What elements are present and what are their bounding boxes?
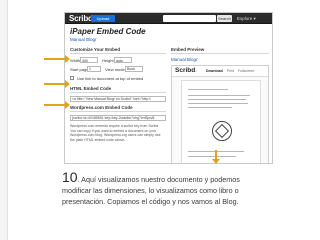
page-text-line <box>188 107 232 108</box>
preview-tab-print[interactable]: Print <box>227 69 234 73</box>
step-number: 10 <box>62 169 78 185</box>
step-caption: 10. Aquí visualizamos nuestro documento … <box>62 169 262 207</box>
view-mode-select[interactable]: Book <box>125 66 143 72</box>
start-page-select[interactable]: 1 <box>87 66 101 72</box>
left-border-line <box>7 0 8 240</box>
html-code-heading: HTML Embed Code <box>70 86 166 93</box>
page-text-line <box>188 156 236 157</box>
link-to-document-label: Use link to document at top of embed <box>77 76 144 81</box>
preview-tabs: Download Print Fullscreen <box>206 68 258 74</box>
embed-settings-column: Customize Your Embed Width 400 Height au… <box>70 47 166 142</box>
top-navigation-bar: Scribd. Upload Search Explore ▾ <box>65 13 272 24</box>
height-label: Height <box>102 58 114 63</box>
dimensions-row: Width 400 Height auto <box>70 57 166 66</box>
preview-document-link[interactable]: Manual Blogr <box>171 57 269 62</box>
checkbox-row: Use link to document at top of embed <box>70 75 166 84</box>
page-text-line <box>188 95 250 96</box>
document-link[interactable]: Manual Blogr <box>70 37 97 42</box>
preview-heading: Embed Preview <box>171 47 269 54</box>
wordpress-code-heading: Wordpress.com Embed Code <box>70 105 166 112</box>
arrow-to-dimensions <box>44 55 70 63</box>
page-text-line <box>188 89 228 90</box>
preview-toolbar: Scribd. Download Print Fullscreen <box>172 66 268 77</box>
wordpress-note: Wordpress.com embeds require a scribd ke… <box>70 124 161 142</box>
mode-row: Start page 1 View mode Book <box>70 66 166 75</box>
wordpress-embed-code-field[interactable]: [scribd id=40185591 key=key-2dotdkh7nhg7… <box>70 115 166 121</box>
explore-menu[interactable]: Explore ▾ <box>237 14 256 23</box>
preview-document-page <box>181 80 261 163</box>
preview-logo-mark: . <box>195 68 197 74</box>
arrow-to-preview <box>212 150 220 164</box>
html-embed-code-field[interactable]: <a title="View Manual Blogr on Scribd" h… <box>70 96 166 102</box>
preview-logo-text: Scribd <box>175 67 196 74</box>
customize-heading: Customize Your Embed <box>70 47 166 54</box>
start-page-label: Start page <box>70 67 89 72</box>
link-to-document-checkbox[interactable] <box>70 76 74 80</box>
embed-preview: Scribd. Download Print Fullscreen <box>171 65 269 163</box>
height-input[interactable]: auto <box>114 57 132 63</box>
search-input[interactable] <box>163 15 216 22</box>
upload-button[interactable]: Upload <box>91 15 115 22</box>
logo-text: Scribd <box>69 14 93 23</box>
page-title: iPaper Embed Code <box>70 27 146 36</box>
search-button[interactable]: Search <box>217 15 232 22</box>
page-text-line <box>188 103 248 104</box>
preview-logo: Scribd. <box>175 67 197 75</box>
embed-preview-column: Embed Preview Manual Blogr Scribd. Downl… <box>171 47 269 163</box>
view-mode-label: View mode <box>105 67 125 72</box>
preview-tab-fullscreen[interactable]: Fullscreen <box>238 69 254 73</box>
page-text-line <box>188 99 246 100</box>
caption-text: . Aquí visualizamos nuestro documento y … <box>62 175 240 206</box>
preview-tab-download[interactable]: Download <box>206 69 223 73</box>
screenshot-frame: Scribd. Upload Search Explore ▾ iPaper E… <box>64 12 273 164</box>
arrow-to-view-mode <box>44 80 70 88</box>
arrow-to-html-code <box>44 101 70 109</box>
width-label: Width <box>70 58 81 63</box>
width-input[interactable]: 400 <box>80 57 98 63</box>
